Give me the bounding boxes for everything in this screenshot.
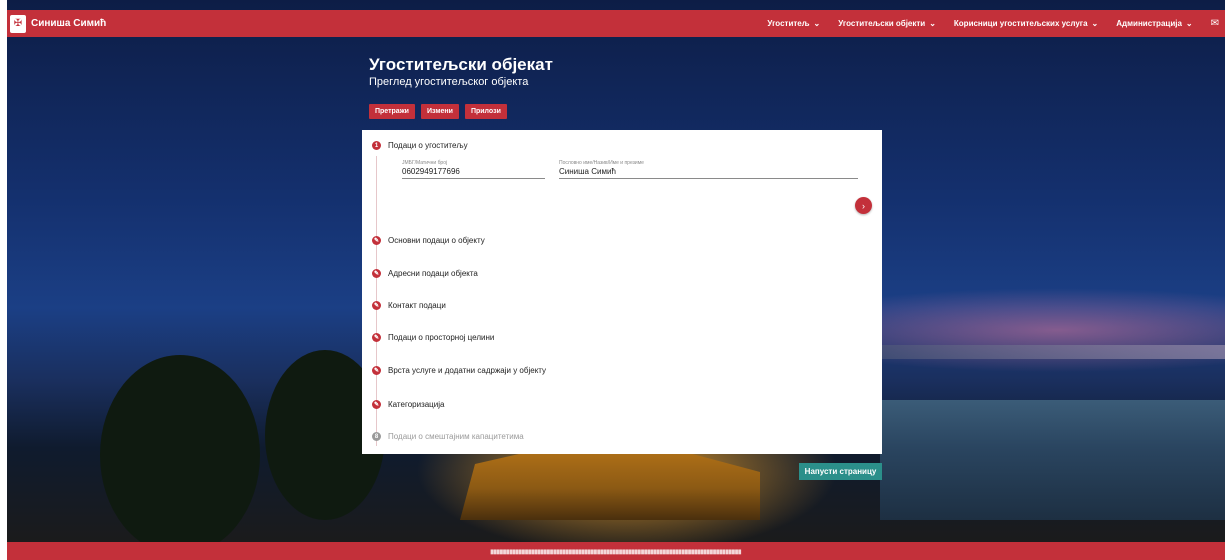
step-kontakt-podaci[interactable]: ✎ Контакт подаци bbox=[372, 301, 446, 310]
page-title: Угоститељски објекат bbox=[369, 55, 553, 74]
top-navbar: ✠ Синиша Симић Угоститељ ⌄ Угоститељски … bbox=[7, 10, 1225, 37]
left-edge bbox=[0, 0, 7, 560]
field-underline bbox=[402, 178, 545, 179]
mail-icon[interactable]: ✉ bbox=[1211, 18, 1219, 29]
brand-name: Синиша Симић bbox=[31, 18, 107, 29]
step-adresni-podaci[interactable]: ✎ Адресни подаци објекта bbox=[372, 269, 478, 278]
terrace-area bbox=[880, 400, 1225, 520]
nav-korisnici[interactable]: Корисници угоститељских услуга ⌄ bbox=[954, 19, 1098, 28]
edit-button[interactable]: Измени bbox=[420, 104, 459, 119]
search-button[interactable]: Претражи bbox=[369, 104, 415, 119]
nav-label: Угоститељ bbox=[767, 19, 810, 28]
nav-ugostitelj[interactable]: Угоститељ ⌄ bbox=[767, 19, 820, 28]
step-vrsta-usluge[interactable]: ✎ Врста услуге и додатни садржаји у обје… bbox=[372, 366, 546, 375]
step-osnovni-podaci[interactable]: ✎ Основни подаци о објекту bbox=[372, 236, 485, 245]
jmbg-field[interactable]: ЈМБГ/Матични број 0602949177696 bbox=[402, 160, 545, 179]
footer-text: ████████████████████████████████████████… bbox=[490, 548, 742, 554]
attachments-button[interactable]: Прилози bbox=[464, 104, 507, 119]
step-label: Подаци о смештајним капацитетима bbox=[388, 432, 524, 441]
jmbg-label: ЈМБГ/Матични број bbox=[402, 160, 448, 166]
stepper-card: 1 Подаци о угоститељу ЈМБГ/Матични број … bbox=[362, 130, 882, 454]
coat-of-arms-icon: ✠ bbox=[10, 14, 26, 33]
field-underline bbox=[559, 178, 858, 179]
business-name-value: Синиша Симић bbox=[559, 167, 616, 176]
pencil-icon: ✎ bbox=[372, 400, 381, 409]
nav-ugostiteljski-objekti[interactable]: Угоститељски објекти ⌄ bbox=[838, 19, 936, 28]
pencil-icon: ✎ bbox=[372, 236, 381, 245]
chevron-down-icon: ⌄ bbox=[813, 19, 821, 28]
pencil-icon: ✎ bbox=[372, 366, 381, 375]
page-subtitle: Преглед угоститељског објекта bbox=[369, 76, 529, 88]
nav-administracija[interactable]: Администрација ⌄ bbox=[1116, 19, 1192, 28]
step-label: Подаци о просторној целини bbox=[388, 333, 495, 342]
step-ugostitelj[interactable]: 1 Подаци о угоститељу bbox=[372, 141, 468, 150]
step-label: Контакт подаци bbox=[388, 301, 446, 310]
chevron-right-icon: › bbox=[862, 200, 865, 211]
footer: ████████████████████████████████████████… bbox=[7, 542, 1225, 560]
step-label: Основни подаци о објекту bbox=[388, 236, 485, 245]
step-label: Категоризација bbox=[388, 400, 445, 409]
step-prostorna-celina[interactable]: ✎ Подаци о просторној целини bbox=[372, 333, 494, 342]
jmbg-value: 0602949177696 bbox=[402, 167, 460, 176]
nav-label: Администрација bbox=[1116, 19, 1182, 28]
city-skyline bbox=[880, 345, 1225, 359]
step-number-icon: 1 bbox=[372, 141, 381, 150]
step-label: Адресни подаци објекта bbox=[388, 269, 478, 278]
tree-left bbox=[100, 355, 260, 555]
leave-page-button[interactable]: Напусти страницу bbox=[799, 463, 882, 480]
business-name-label: Пословно име/Назив/Име и презиме bbox=[559, 160, 644, 166]
pencil-icon: ✎ bbox=[372, 333, 381, 342]
next-step-button[interactable]: › bbox=[855, 197, 872, 214]
step-number-icon: 8 bbox=[372, 432, 381, 441]
chevron-down-icon: ⌄ bbox=[1091, 19, 1099, 28]
action-buttons: Претражи Измени Прилози bbox=[369, 104, 507, 119]
step-label: Подаци о угоститељу bbox=[388, 141, 468, 150]
step-kategorizacija[interactable]: ✎ Категоризација bbox=[372, 400, 444, 409]
pencil-icon: ✎ bbox=[372, 301, 381, 310]
main-nav: Угоститељ ⌄ Угоститељски објекти ⌄ Корис… bbox=[767, 18, 1225, 29]
nav-label: Корисници угоститељских услуга bbox=[953, 19, 1088, 28]
chevron-down-icon: ⌄ bbox=[1185, 19, 1193, 28]
pencil-icon: ✎ bbox=[372, 269, 381, 278]
step-label: Врста услуге и додатни садржаји у објект… bbox=[388, 366, 547, 375]
brand[interactable]: ✠ Синиша Симић bbox=[7, 14, 107, 33]
step-smestajni-kapaciteti[interactable]: 8 Подаци о смештајним капацитетима bbox=[372, 432, 524, 441]
nav-label: Угоститељски објекти bbox=[838, 19, 926, 28]
business-name-field[interactable]: Пословно име/Назив/Име и презиме Синиша … bbox=[559, 160, 858, 179]
chevron-down-icon: ⌄ bbox=[929, 19, 936, 28]
